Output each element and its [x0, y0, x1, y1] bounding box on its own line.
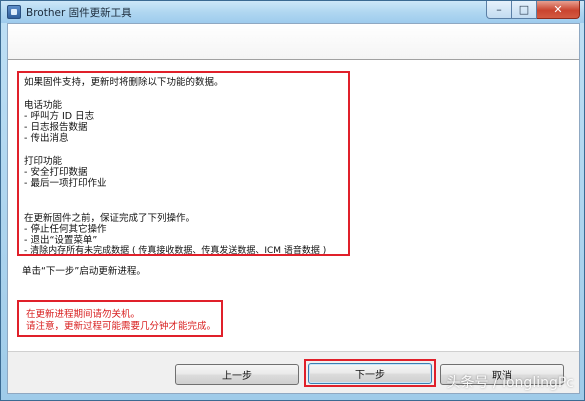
- before-item: - 停止任何其它操作: [24, 224, 107, 235]
- app-icon: [7, 5, 21, 19]
- dialog-client-area: 如果固件支持，更新时将删除以下功能的数据。 电话功能 - 呼叫方 ID 日志 -…: [7, 23, 580, 394]
- before-update-text: 在更新固件之前，保证完成了下列操作。: [24, 213, 196, 224]
- print-item: - 安全打印数据: [24, 167, 88, 178]
- fax-item: - 呼叫方 ID 日志: [24, 111, 95, 122]
- print-item: - 最后一项打印作业: [24, 178, 107, 189]
- header-band: [8, 24, 579, 60]
- data-deletion-info-box: 如果固件支持，更新时将删除以下功能的数据。 电话功能 - 呼叫方 ID 日志 -…: [17, 71, 350, 256]
- caption-buttons: – □ ✕: [486, 1, 580, 19]
- title-bar[interactable]: Brother 固件更新工具 – □ ✕: [1, 1, 584, 23]
- warning-text: 请注意，更新过程可能需要几分钟才能完成。: [26, 321, 217, 332]
- back-button[interactable]: 上一步: [175, 364, 299, 385]
- close-button[interactable]: ✕: [537, 1, 580, 19]
- minimize-button[interactable]: –: [486, 1, 512, 19]
- watermark: 头条号 / longlingPc: [446, 375, 574, 391]
- firmware-update-window: Brother 固件更新工具 – □ ✕ 如果固件支持，更新时将删除以下功能的数…: [0, 0, 585, 401]
- intro-text: 如果固件支持，更新时将删除以下功能的数据。: [24, 77, 224, 88]
- window-title: Brother 固件更新工具: [26, 7, 132, 19]
- fax-item: - 传出消息: [24, 133, 69, 144]
- start-update-note: 单击“下一步”启动更新进程。: [22, 266, 146, 277]
- warning-text: 在更新进程期间请勿关机。: [26, 309, 141, 320]
- fax-heading: 电话功能: [24, 100, 63, 111]
- fax-item: - 日志报告数据: [24, 122, 88, 133]
- print-heading: 打印功能: [24, 156, 63, 167]
- before-item: - 退出“设置菜单”: [24, 235, 98, 246]
- before-item: - 清除内存所有未完成数据 ( 传真接收数据、传真发送数据、ICM 语音数据 ): [24, 246, 327, 256]
- warning-box: 在更新进程期间请勿关机。 请注意，更新过程可能需要几分钟才能完成。: [17, 300, 223, 337]
- maximize-button[interactable]: □: [512, 1, 537, 19]
- next-button[interactable]: 下一步: [308, 363, 432, 384]
